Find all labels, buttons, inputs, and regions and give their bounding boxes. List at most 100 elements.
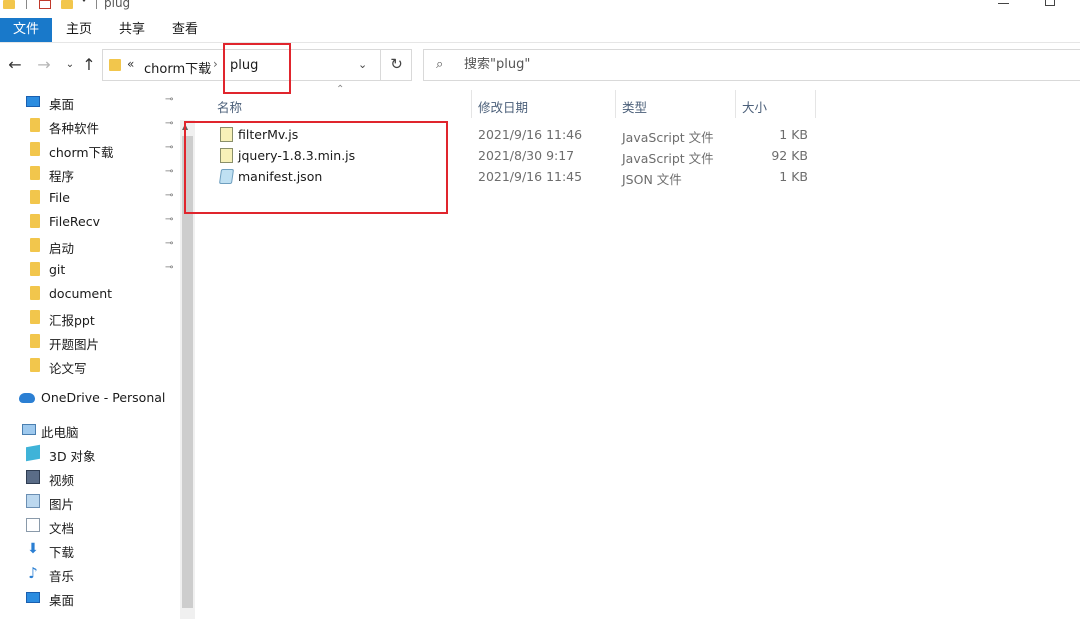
search-box[interactable]: ⌕ [423, 49, 1080, 81]
video-icon [26, 470, 40, 484]
nav-item-label: 桌面 [49, 97, 75, 112]
navigation-pane: 桌面 ⊸ 各种软件 ⊸ chorm下载 ⊸ 程序 ⊸ File ⊸ FileRe… [0, 90, 196, 619]
nav-item-label: 此电脑 [41, 425, 79, 440]
file-type: JavaScript 文件 [622, 130, 714, 145]
folder-icon [30, 118, 40, 132]
forward-button[interactable]: → [36, 56, 52, 74]
nav-item-proposal-images[interactable]: 开题图片 [0, 330, 180, 354]
nav-item-label: FileRecv [49, 214, 101, 229]
divider [96, 0, 97, 9]
documents-icon [26, 518, 40, 532]
nav-item-label: 3D 对象 [49, 449, 96, 464]
ribbon-tabs: 文件 主页 共享 查看 [0, 18, 1080, 43]
properties-icon[interactable] [39, 0, 51, 9]
nav-item-3d-objects[interactable]: 3D 对象 [0, 442, 180, 466]
nav-item-startup[interactable]: 启动 ⊸ [0, 234, 180, 258]
column-header-label: 名称 [217, 100, 243, 115]
tab-file[interactable]: 文件 [0, 18, 52, 42]
address-bar[interactable]: « chorm下载 › plug ⌄ ↻ [102, 49, 412, 81]
nav-item-programs[interactable]: 程序 ⊸ [0, 162, 180, 186]
breadcrumb-chorm-download[interactable]: chorm下载 [144, 58, 211, 77]
nav-item-label: 各种软件 [49, 121, 100, 136]
column-header-label: 修改日期 [478, 100, 529, 115]
back-button[interactable]: ← [7, 56, 23, 74]
breadcrumb-separator[interactable]: › [213, 57, 218, 71]
column-header-size[interactable]: 大小 [736, 90, 816, 118]
nav-item-this-pc[interactable]: 此电脑 [0, 418, 180, 442]
js-file-icon [220, 148, 233, 163]
nav-item-document[interactable]: document [0, 282, 180, 306]
nav-item-documents[interactable]: 文档 [0, 514, 180, 538]
file-size: 1 KB [779, 127, 808, 142]
tab-view[interactable]: 查看 [160, 18, 210, 42]
window-title: plug [104, 0, 131, 10]
column-header-label: 类型 [622, 100, 648, 115]
folder-icon [30, 286, 40, 300]
folder-icon [30, 310, 40, 324]
address-dropdown-button[interactable]: ⌄ [358, 58, 367, 71]
nav-item-label: 启动 [49, 241, 75, 256]
nav-item-git[interactable]: git ⊸ [0, 258, 180, 282]
nav-scrollbar-thumb[interactable] [182, 136, 193, 608]
breadcrumb-plug[interactable]: plug [230, 58, 258, 73]
address-row: ← → ⌄ ↑ « chorm下载 › plug ⌄ ↻ ⌕ [0, 44, 1080, 88]
nav-item-label: 开题图片 [49, 337, 100, 352]
nav-item-desktop[interactable]: 桌面 ⊸ [0, 90, 180, 114]
nav-item-downloads[interactable]: ⬇ 下载 [0, 538, 180, 562]
customize-toolbar-icon[interactable] [81, 0, 87, 4]
nav-item-label: chorm下载 [49, 145, 114, 160]
recent-locations-button[interactable]: ⌄ [62, 56, 78, 74]
folder-icon [30, 238, 40, 252]
nav-item-filerecv[interactable]: FileRecv ⊸ [0, 210, 180, 234]
sort-ascending-icon: ⌃ [336, 84, 345, 95]
pin-icon: ⊸ [165, 190, 174, 201]
pictures-icon [26, 494, 40, 508]
nav-item-thesis[interactable]: 论文写 [0, 354, 180, 378]
title-bar: plug [0, 0, 1080, 14]
nav-item-label: OneDrive - Personal [41, 390, 166, 405]
music-icon: ♪ [28, 564, 38, 582]
nav-item-label: File [49, 190, 70, 205]
nav-item-desktop-pc[interactable]: 桌面 [0, 586, 180, 610]
cloud-icon [19, 393, 35, 403]
tab-share[interactable]: 共享 [107, 18, 157, 42]
file-row[interactable]: manifest.json 2021/9/16 11:45 JSON 文件 1 … [217, 166, 817, 187]
up-button[interactable]: ↑ [81, 56, 97, 74]
file-row[interactable]: jquery-1.8.3.min.js 2021/8/30 9:17 JavaS… [217, 145, 817, 166]
download-icon: ⬇ [27, 541, 39, 557]
file-name: filterMv.js [238, 127, 299, 142]
column-header-type[interactable]: 类型 [616, 90, 736, 118]
file-type: JavaScript 文件 [622, 151, 714, 166]
file-row[interactable]: filterMv.js 2021/9/16 11:46 JavaScript 文… [217, 124, 817, 145]
nav-item-videos[interactable]: 视频 [0, 466, 180, 490]
file-date: 2021/9/16 11:45 [478, 169, 583, 184]
file-name: manifest.json [238, 169, 323, 184]
column-header-label: 大小 [742, 100, 768, 115]
nav-item-report-ppt[interactable]: 汇报ppt [0, 306, 180, 330]
folder-icon [3, 0, 15, 9]
nav-item-label: git [49, 262, 66, 277]
nav-item-onedrive[interactable]: OneDrive - Personal [0, 386, 180, 410]
file-date: 2021/9/16 11:46 [478, 127, 583, 142]
nav-item-pictures[interactable]: 图片 [0, 490, 180, 514]
overflow-chevron[interactable]: « [127, 57, 134, 71]
nav-item-music[interactable]: ♪ 音乐 [0, 562, 180, 586]
js-file-icon [220, 127, 233, 142]
refresh-button[interactable]: ↻ [380, 49, 412, 81]
3d-objects-icon [26, 444, 40, 462]
minimize-button[interactable] [998, 3, 1009, 4]
file-name: jquery-1.8.3.min.js [238, 148, 356, 163]
nav-item-software[interactable]: 各种软件 ⊸ [0, 114, 180, 138]
maximize-button[interactable] [1045, 0, 1055, 6]
tab-home[interactable]: 主页 [54, 18, 104, 42]
nav-item-file[interactable]: File ⊸ [0, 186, 180, 210]
computer-icon [22, 424, 36, 435]
column-header-date[interactable]: 修改日期 [472, 90, 616, 118]
pin-icon: ⊸ [165, 214, 174, 225]
new-folder-icon[interactable] [61, 0, 73, 9]
nav-item-chorm-download[interactable]: chorm下载 ⊸ [0, 138, 180, 162]
search-icon: ⌕ [436, 57, 444, 72]
nav-item-label: 桌面 [49, 593, 75, 608]
search-input[interactable] [464, 57, 964, 72]
scroll-up-arrow[interactable]: ▲ [182, 122, 188, 131]
